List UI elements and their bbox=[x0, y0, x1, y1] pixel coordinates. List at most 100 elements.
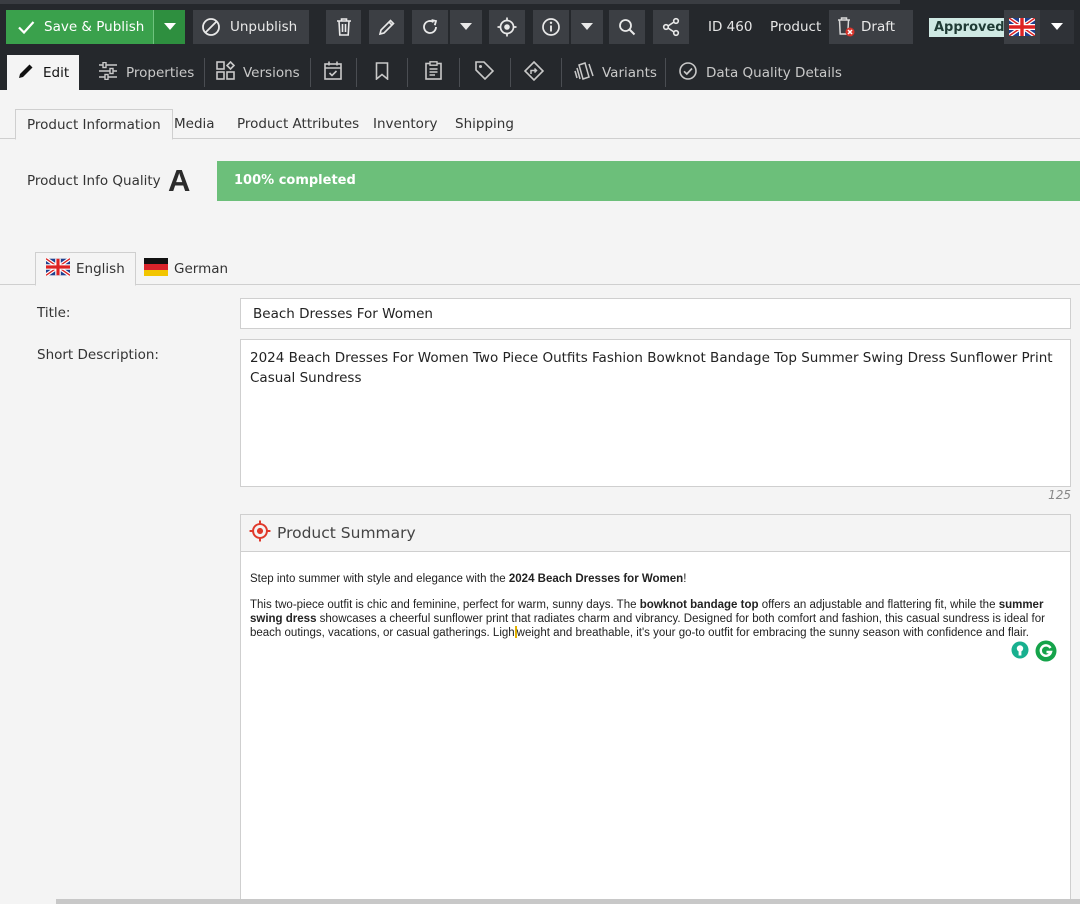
caret-down-icon bbox=[163, 23, 176, 31]
calendar-check-icon bbox=[324, 61, 342, 84]
quality-progress-bar: 100% completed bbox=[217, 161, 1080, 201]
unpublish-button[interactable]: Unpublish bbox=[193, 10, 309, 44]
german-flag-icon bbox=[144, 257, 168, 280]
summary-paragraph: Step into summer with style and elegance… bbox=[250, 572, 1061, 586]
tab-separator bbox=[459, 58, 460, 87]
main-toolbar: Save & Publish Unpublish ID 460 Product … bbox=[0, 0, 1080, 55]
quality-grade: A bbox=[168, 163, 191, 198]
grammarly-icon[interactable] bbox=[1035, 640, 1057, 666]
short-description-textarea[interactable]: 2024 Beach Dresses For Women Two Piece O… bbox=[240, 339, 1071, 487]
draft-button[interactable]: Draft bbox=[829, 10, 913, 44]
tab-edit-label: Edit bbox=[43, 64, 70, 81]
rename-button[interactable] bbox=[369, 10, 404, 44]
versions-icon bbox=[216, 60, 236, 84]
product-summary-editor[interactable]: Step into summer with style and elegance… bbox=[241, 552, 1070, 640]
tab-properties-label: Properties bbox=[126, 64, 195, 81]
tab-data-quality-details[interactable]: Data Quality Details bbox=[668, 55, 852, 90]
trash-cross-icon bbox=[837, 17, 855, 37]
language-button[interactable] bbox=[1004, 10, 1040, 44]
refresh-icon bbox=[421, 18, 439, 36]
unpublish-label: Unpublish bbox=[230, 19, 298, 35]
locate-in-tree-button[interactable] bbox=[489, 10, 525, 44]
uk-flag-icon bbox=[44, 257, 72, 280]
variants-icon bbox=[574, 61, 594, 84]
object-id: ID 460 bbox=[708, 19, 753, 35]
language-german-label: German bbox=[174, 260, 229, 277]
search-icon bbox=[618, 18, 636, 36]
tab-language-english[interactable]: English bbox=[35, 252, 136, 286]
ban-icon bbox=[201, 17, 221, 37]
reload-dropdown-button[interactable] bbox=[450, 10, 482, 44]
horizontal-scrollbar[interactable] bbox=[56, 899, 1080, 904]
object-type: Product bbox=[770, 19, 822, 35]
title-label: Title: bbox=[37, 305, 71, 321]
tab-versions-label: Versions bbox=[243, 64, 300, 81]
info-dropdown-button[interactable] bbox=[571, 10, 603, 44]
approved-badge: Approved bbox=[929, 18, 1010, 37]
summary-bold-text: 2024 Beach Dresses for Women bbox=[508, 573, 684, 585]
tab-versions[interactable]: Versions bbox=[206, 55, 310, 90]
tab-separator bbox=[310, 58, 311, 87]
delete-button[interactable] bbox=[326, 10, 361, 44]
tab-workflow[interactable] bbox=[512, 55, 556, 90]
product-summary-title: Product Summary bbox=[277, 524, 416, 542]
target-icon bbox=[249, 520, 271, 546]
save-publish-dropdown-button[interactable] bbox=[153, 10, 185, 44]
direction-icon bbox=[523, 60, 545, 85]
draft-label: Draft bbox=[861, 19, 896, 35]
save-publish-button[interactable]: Save & Publish bbox=[6, 10, 153, 44]
share-icon bbox=[661, 17, 681, 37]
tab-variants[interactable]: Variants bbox=[564, 55, 667, 90]
tab-shipping[interactable]: Shipping bbox=[444, 109, 525, 139]
tab-separator bbox=[356, 58, 357, 87]
tab-properties[interactable]: Properties bbox=[88, 55, 204, 90]
check-icon bbox=[16, 17, 36, 37]
trash-icon bbox=[336, 18, 352, 36]
tab-tags[interactable] bbox=[462, 55, 506, 90]
tab-separator bbox=[510, 58, 511, 87]
tag-icon bbox=[474, 61, 494, 84]
product-summary-panel: Product Summary Step into summer with st… bbox=[240, 514, 1071, 904]
tab-edit[interactable]: Edit bbox=[7, 55, 79, 90]
tab-language-german[interactable]: German bbox=[134, 252, 238, 285]
bookmark-icon bbox=[375, 61, 389, 84]
short-description-label: Short Description: bbox=[37, 347, 159, 363]
quality-label: Product Info Quality bbox=[27, 173, 161, 189]
summary-text: weight and breathable, it's your go-to o… bbox=[516, 627, 1030, 639]
info-button[interactable] bbox=[533, 10, 569, 44]
search-button[interactable] bbox=[609, 10, 645, 44]
language-english-label: English bbox=[76, 261, 125, 277]
pencil-icon bbox=[17, 62, 35, 84]
product-section-tabs: Product Information Media Product Attrib… bbox=[0, 109, 1080, 140]
pencil-icon bbox=[378, 18, 396, 36]
uk-flag-icon bbox=[1009, 18, 1035, 36]
tab-product-information[interactable]: Product Information bbox=[15, 109, 173, 140]
tab-schedule[interactable] bbox=[312, 55, 354, 90]
tab-data-quality-label: Data Quality Details bbox=[706, 64, 842, 81]
summary-bold-text: bowknot bandage top bbox=[639, 599, 759, 611]
check-circle-icon bbox=[678, 61, 698, 85]
character-count: 125 bbox=[1048, 488, 1071, 502]
tab-variants-label: Variants bbox=[602, 64, 657, 81]
quality-progress-text: 100% completed bbox=[234, 173, 356, 188]
language-dropdown-button[interactable] bbox=[1040, 10, 1074, 44]
reload-button[interactable] bbox=[412, 10, 448, 44]
tab-inventory[interactable]: Inventory bbox=[362, 109, 448, 139]
share-button[interactable] bbox=[653, 10, 689, 44]
title-input[interactable] bbox=[240, 298, 1071, 329]
summary-text: offers an adjustable and flattering fit,… bbox=[758, 599, 999, 611]
caret-down-icon bbox=[581, 23, 593, 31]
save-publish-label: Save & Publish bbox=[44, 19, 145, 35]
summary-text: Step into summer with style and elegance… bbox=[250, 573, 509, 585]
tab-separator bbox=[561, 58, 562, 87]
tab-product-attributes[interactable]: Product Attributes bbox=[226, 109, 370, 139]
tab-notes[interactable] bbox=[410, 55, 456, 90]
grammarly-widget[interactable] bbox=[1008, 640, 1060, 666]
tab-media[interactable]: Media bbox=[163, 109, 226, 139]
tab-bookmark[interactable] bbox=[360, 55, 404, 90]
summary-text: ! bbox=[683, 573, 687, 585]
caret-down-icon bbox=[1051, 23, 1063, 31]
lightbulb-icon[interactable] bbox=[1011, 641, 1029, 665]
summary-paragraph: This two-piece outfit is chic and femini… bbox=[250, 598, 1061, 640]
sliders-icon bbox=[98, 61, 118, 84]
